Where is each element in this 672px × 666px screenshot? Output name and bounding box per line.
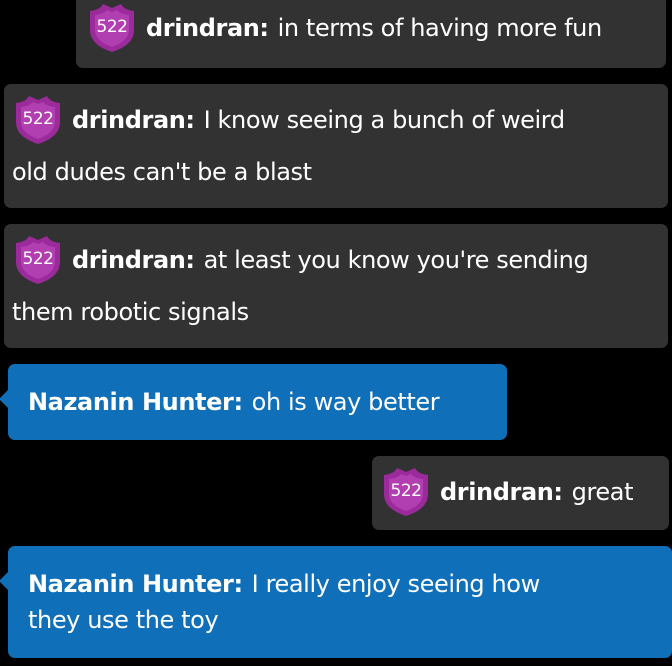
- chat-username[interactable]: drindran:: [440, 478, 563, 506]
- chat-message: 522 drindran: I know seeing a bunch of w…: [4, 84, 668, 208]
- message-text-continued: they use the toy: [28, 606, 219, 634]
- shield-badge-icon: 522: [12, 234, 64, 286]
- chat-message-host: Nazanin Hunter: I really enjoy seeing ho…: [0, 546, 672, 658]
- message-text-continued: old dudes can't be a blast: [12, 158, 312, 186]
- badge-count: 522: [22, 249, 54, 269]
- message-text: oh is way better: [251, 388, 440, 416]
- chat-message: 522 drindran: at least you know you're s…: [4, 224, 668, 348]
- message-text: I know seeing a bunch of weird: [203, 106, 565, 134]
- message-first-line: 522 drindran: great: [380, 466, 661, 518]
- chat-username[interactable]: drindran:: [146, 14, 269, 42]
- message-text: great: [571, 478, 634, 506]
- message-first-line: Nazanin Hunter: I really enjoy seeing ho…: [28, 566, 658, 602]
- badge-count: 522: [390, 481, 422, 501]
- chat-username[interactable]: Nazanin Hunter:: [28, 388, 243, 416]
- message-first-line: Nazanin Hunter: oh is way better: [28, 388, 440, 416]
- message-first-line: 522 drindran: in terms of having more fu…: [86, 2, 656, 54]
- shield-badge-icon: 522: [12, 94, 64, 146]
- badge-count: 522: [96, 17, 128, 37]
- message-first-line: 522 drindran: at least you know you're s…: [12, 234, 660, 286]
- chat-message: 522 drindran: great: [372, 456, 669, 530]
- badge-count: 522: [22, 109, 54, 129]
- chat-log: 522 drindran: in terms of having more fu…: [0, 0, 672, 666]
- message-first-line: 522 drindran: I know seeing a bunch of w…: [12, 94, 660, 146]
- chat-username[interactable]: Nazanin Hunter:: [28, 566, 243, 602]
- shield-badge-icon: 522: [86, 2, 138, 54]
- chat-username[interactable]: drindran:: [72, 106, 195, 134]
- message-text-continued: them robotic signals: [12, 298, 249, 326]
- message-text: in terms of having more fun: [277, 14, 603, 42]
- message-text: I really enjoy seeing how: [251, 570, 541, 598]
- chat-message-host: Nazanin Hunter: oh is way better: [0, 364, 507, 440]
- chat-message: 522 drindran: in terms of having more fu…: [76, 0, 666, 68]
- message-text: at least you know you're sending: [203, 246, 589, 274]
- chat-username[interactable]: drindran:: [72, 246, 195, 274]
- shield-badge-icon: 522: [380, 466, 432, 518]
